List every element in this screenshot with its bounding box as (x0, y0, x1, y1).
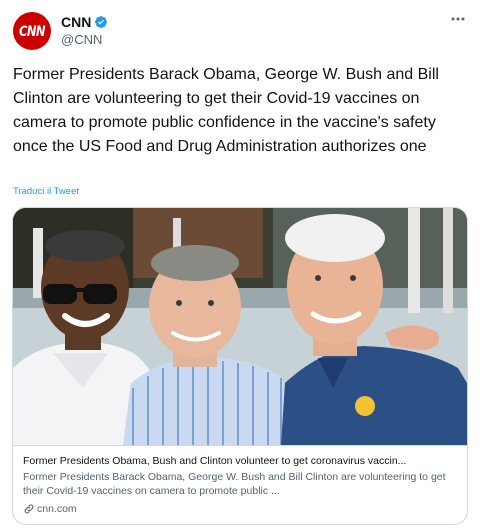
author-name-row: CNN (61, 14, 108, 30)
avatar-logo-text: CNN (19, 22, 45, 40)
more-horizontal-icon[interactable] (450, 14, 466, 24)
author-handle[interactable]: @CNN (61, 32, 102, 47)
link-icon (24, 504, 34, 514)
link-preview-card[interactable]: Former Presidents Obama, Bush and Clinto… (12, 207, 468, 525)
translate-tweet-link[interactable]: Traduci il Tweet (13, 186, 79, 197)
card-title[interactable]: Former Presidents Obama, Bush and Clinto… (23, 454, 459, 468)
tweet-text: Former Presidents Barack Obama, George W… (13, 66, 439, 155)
card-description: Former Presidents Barack Obama, George W… (23, 471, 446, 497)
author-name[interactable]: CNN (61, 14, 91, 30)
tweet: CNN CNN @CNN Former Presidents Barack Ob… (0, 0, 480, 532)
verified-badge-icon (95, 16, 108, 28)
card-body: Former Presidents Obama, Bush and Clinto… (13, 445, 467, 524)
card-domain: cnn.com (37, 503, 77, 515)
card-photo (13, 208, 467, 445)
card-domain-row: cnn.com (23, 503, 77, 515)
avatar[interactable]: CNN (13, 12, 51, 50)
